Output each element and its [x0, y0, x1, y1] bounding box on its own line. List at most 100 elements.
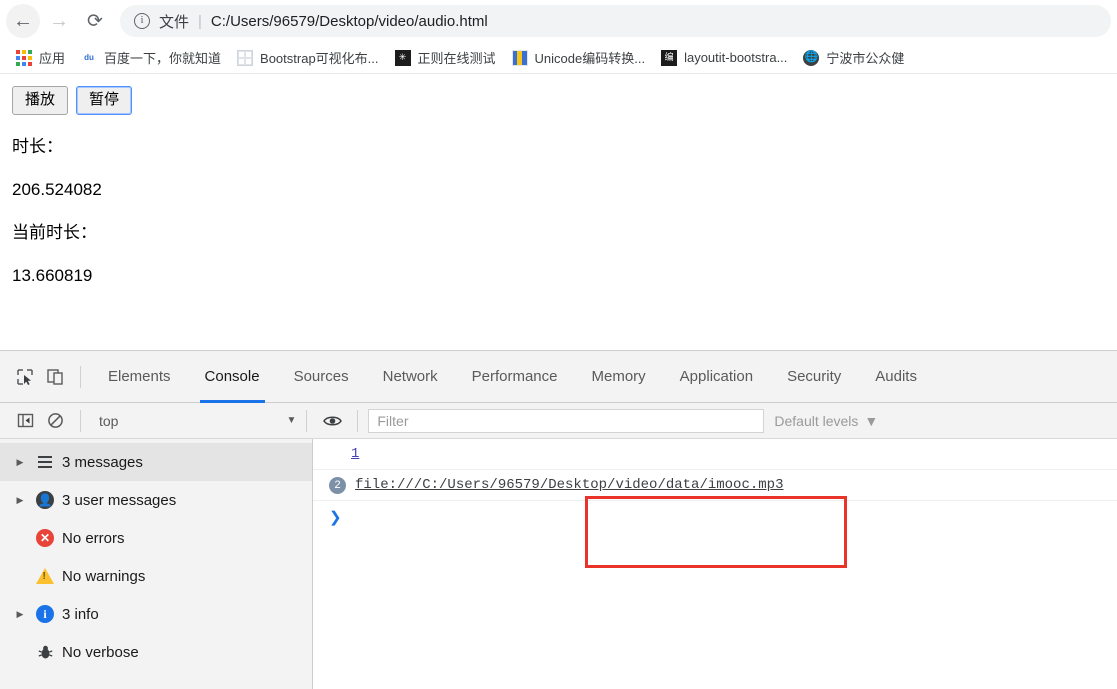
navigation-toolbar: ← → ⟳ i 文件 | C:/Users/96579/Desktop/vide… — [0, 0, 1117, 42]
sidebar-item-label: No verbose — [62, 643, 139, 661]
bookmark-label: 正则在线测试 — [417, 51, 496, 66]
bookmark-ningbo-health[interactable]: 🌐 宁波市公众健 — [795, 45, 912, 71]
arrow-left-icon: ← — [13, 10, 33, 32]
clear-console-button[interactable] — [40, 406, 70, 436]
chevron-down-icon[interactable]: ▼ — [286, 415, 296, 426]
expand-arrow-icon[interactable]: ▶ — [10, 457, 30, 468]
prompt-chevron-icon: ❯ — [329, 508, 342, 526]
warning-icon — [30, 568, 60, 584]
tab-application[interactable]: Application — [663, 351, 770, 403]
back-button[interactable]: ← — [6, 4, 40, 38]
tab-console[interactable]: Console — [188, 351, 277, 403]
current-time-label: 当前时长： — [12, 222, 97, 242]
bookmark-label: Unicode编码转换... — [534, 51, 646, 66]
toolbar-divider — [80, 365, 81, 388]
regex-dark-icon: ✳ — [394, 49, 411, 66]
sidebar-item-messages[interactable]: ▶ 3 messages — [0, 443, 312, 481]
console-toolbar-divider — [80, 409, 81, 432]
layoutit-icon: 编 — [661, 49, 678, 66]
sidebar-item-label: 3 messages — [62, 453, 143, 471]
device-toolbar-button[interactable] — [40, 362, 70, 392]
live-expression-button[interactable] — [317, 406, 347, 436]
bookmark-label: layoutit-bootstra... — [684, 50, 788, 65]
bookmark-layoutit[interactable]: 编 layoutit-bootstra... — [653, 45, 795, 71]
bookmark-label: 百度一下，你就知道 — [104, 51, 222, 66]
tab-security[interactable]: Security — [770, 351, 858, 403]
tab-memory[interactable]: Memory — [575, 351, 663, 403]
play-button[interactable]: 播放 — [12, 86, 69, 115]
message-count-badge: 2 — [329, 476, 346, 494]
duration-label: 时长： — [12, 136, 63, 156]
log-levels-label: Default levels — [774, 412, 859, 429]
execution-context-selector[interactable]: top — [91, 409, 126, 433]
bookmarks-bar: 应用 du 百度一下，你就知道 Bootstrap可视化布... ✳ 正则在线测… — [0, 42, 1117, 74]
tab-sources[interactable]: Sources — [277, 351, 366, 403]
user-icon: 👤 — [36, 491, 54, 509]
bookmark-label: Bootstrap可视化布... — [260, 51, 379, 66]
sidebar-item-label: 3 user messages — [62, 491, 177, 509]
console-toolbar: top ▼ Filter Default levels ▼ — [0, 403, 1117, 439]
console-body: ▶ 3 messages ▶ 👤 3 user messages ▶ ✕ No … — [0, 439, 1117, 689]
bug-icon — [30, 644, 60, 661]
sidebar-toggle-icon — [17, 413, 33, 428]
sidebar-item-verbose[interactable]: ▶ No verbose — [0, 633, 312, 671]
devtools-panel: Elements Console Sources Network Perform… — [0, 350, 1117, 689]
list-icon — [30, 456, 60, 468]
sidebar-toggle-button[interactable] — [10, 406, 40, 436]
inspect-element-icon — [17, 368, 33, 385]
tab-elements[interactable]: Elements — [91, 351, 188, 403]
duration-value: 206.524082 — [12, 179, 102, 199]
reload-button[interactable]: ⟳ — [78, 4, 112, 38]
expand-arrow-icon[interactable]: ▶ — [10, 495, 30, 506]
sidebar-item-label: No warnings — [62, 567, 146, 585]
media-controls: 播放 暂停 — [12, 86, 1105, 115]
filter-placeholder: Filter — [377, 412, 409, 429]
bootstrap-grid-icon — [237, 49, 254, 66]
bookmark-bootstrap[interactable]: Bootstrap可视化布... — [229, 45, 386, 71]
url-text: C:/Users/96579/Desktop/video/audio.html — [210, 12, 488, 30]
sidebar-item-warnings[interactable]: ▶ No warnings — [0, 557, 312, 595]
baidu-icon: du — [81, 49, 98, 66]
devtools-tabbar: Elements Console Sources Network Perform… — [0, 351, 1117, 403]
omnibox-separator: | — [198, 12, 202, 30]
filter-input[interactable]: Filter — [368, 408, 765, 433]
info-circle-icon[interactable]: i — [134, 13, 150, 29]
console-message-row[interactable]: 1 — [313, 439, 1117, 470]
device-toolbar-icon — [47, 368, 63, 385]
inspect-element-button[interactable] — [10, 362, 40, 392]
sidebar-item-label: No errors — [62, 529, 125, 547]
execution-context-label: top — [99, 412, 119, 429]
tab-performance[interactable]: Performance — [455, 351, 575, 403]
sidebar-item-info[interactable]: ▶ i 3 info — [0, 595, 312, 633]
bookmark-baidu[interactable]: du 百度一下，你就知道 — [73, 45, 229, 71]
error-icon: ✕ — [30, 529, 60, 547]
forward-button[interactable]: → — [42, 4, 76, 38]
console-message-row[interactable]: 2 file:///C:/Users/96579/Desktop/video/d… — [313, 470, 1117, 501]
console-prompt[interactable]: ❯ — [313, 501, 1117, 532]
console-value: 1 — [351, 446, 360, 462]
info-icon: i — [30, 605, 60, 623]
console-output[interactable]: 1 2 file:///C:/Users/96579/Desktop/video… — [313, 439, 1117, 689]
bookmark-regex-test[interactable]: ✳ 正则在线测试 — [387, 45, 504, 71]
console-toolbar-divider-2 — [306, 409, 308, 432]
page-viewport: 播放 暂停 时长： 206.524082 当前时长： 13.660819 — [0, 74, 1117, 350]
clear-console-icon — [47, 413, 63, 428]
bookmark-label: 宁波市公众健 — [826, 51, 905, 66]
sidebar-item-user-messages[interactable]: ▶ 👤 3 user messages — [0, 481, 312, 519]
file-url-link[interactable]: file:///C:/Users/96579/Desktop/video/dat… — [355, 477, 783, 493]
address-bar[interactable]: i 文件 | C:/Users/96579/Desktop/video/audi… — [120, 5, 1111, 37]
globe-dark-icon: 🌐 — [803, 49, 820, 66]
tab-network[interactable]: Network — [366, 351, 455, 403]
sidebar-item-errors[interactable]: ▶ ✕ No errors — [0, 519, 312, 557]
unicode-icon — [511, 49, 528, 66]
tab-audits[interactable]: Audits — [858, 351, 934, 403]
log-levels-selector[interactable]: Default levels ▼ — [764, 409, 888, 433]
expand-arrow-icon[interactable]: ▶ — [10, 609, 30, 620]
sidebar-item-label: 3 info — [62, 605, 99, 623]
pause-button[interactable]: 暂停 — [76, 86, 133, 115]
arrow-right-icon: → — [49, 10, 69, 32]
console-toolbar-divider-3 — [357, 409, 359, 432]
bookmark-apps[interactable]: 应用 — [8, 45, 73, 71]
bookmark-unicode[interactable]: Unicode编码转换... — [504, 45, 654, 71]
reload-icon: ⟳ — [87, 10, 103, 32]
